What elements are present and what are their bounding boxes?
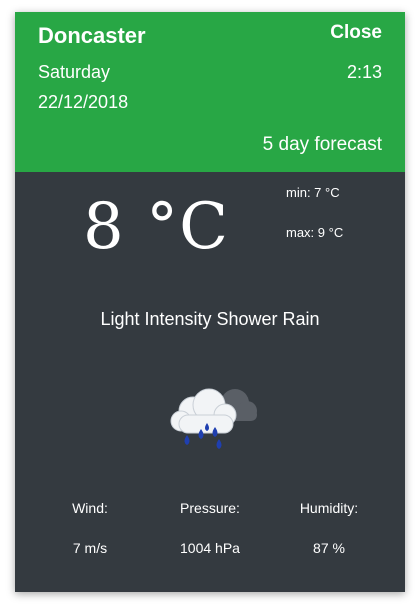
day-label: Saturday — [38, 62, 111, 82]
wind-value: 7 m/s — [72, 540, 108, 556]
city-name: Doncaster — [38, 23, 146, 48]
weather-header: Doncaster Close Saturday 2:13 22/12/2018… — [15, 12, 405, 172]
humidity-value: 87 % — [313, 540, 345, 556]
weather-card: Doncaster Close Saturday 2:13 22/12/2018… — [15, 12, 405, 592]
min-temperature: min: 7 °C — [286, 185, 340, 200]
pressure-value: 1004 hPa — [180, 540, 240, 556]
current-temperature: 8 °C — [83, 190, 230, 264]
pressure-label: Pressure: — [180, 500, 240, 516]
close-button[interactable]: Close — [330, 22, 382, 44]
time-label: 2:13 — [346, 62, 382, 82]
cloud-rain-icon — [170, 388, 257, 449]
date-label: 22/12/2018 — [38, 92, 129, 112]
five-day-forecast-link[interactable]: 5 day forecast — [263, 134, 382, 156]
weather-condition: Light Intensity Shower Rain — [100, 309, 320, 329]
humidity-label: Humidity: — [299, 500, 359, 516]
max-temperature: max: 9 °C — [286, 225, 344, 240]
wind-label: Wind: — [72, 500, 108, 516]
